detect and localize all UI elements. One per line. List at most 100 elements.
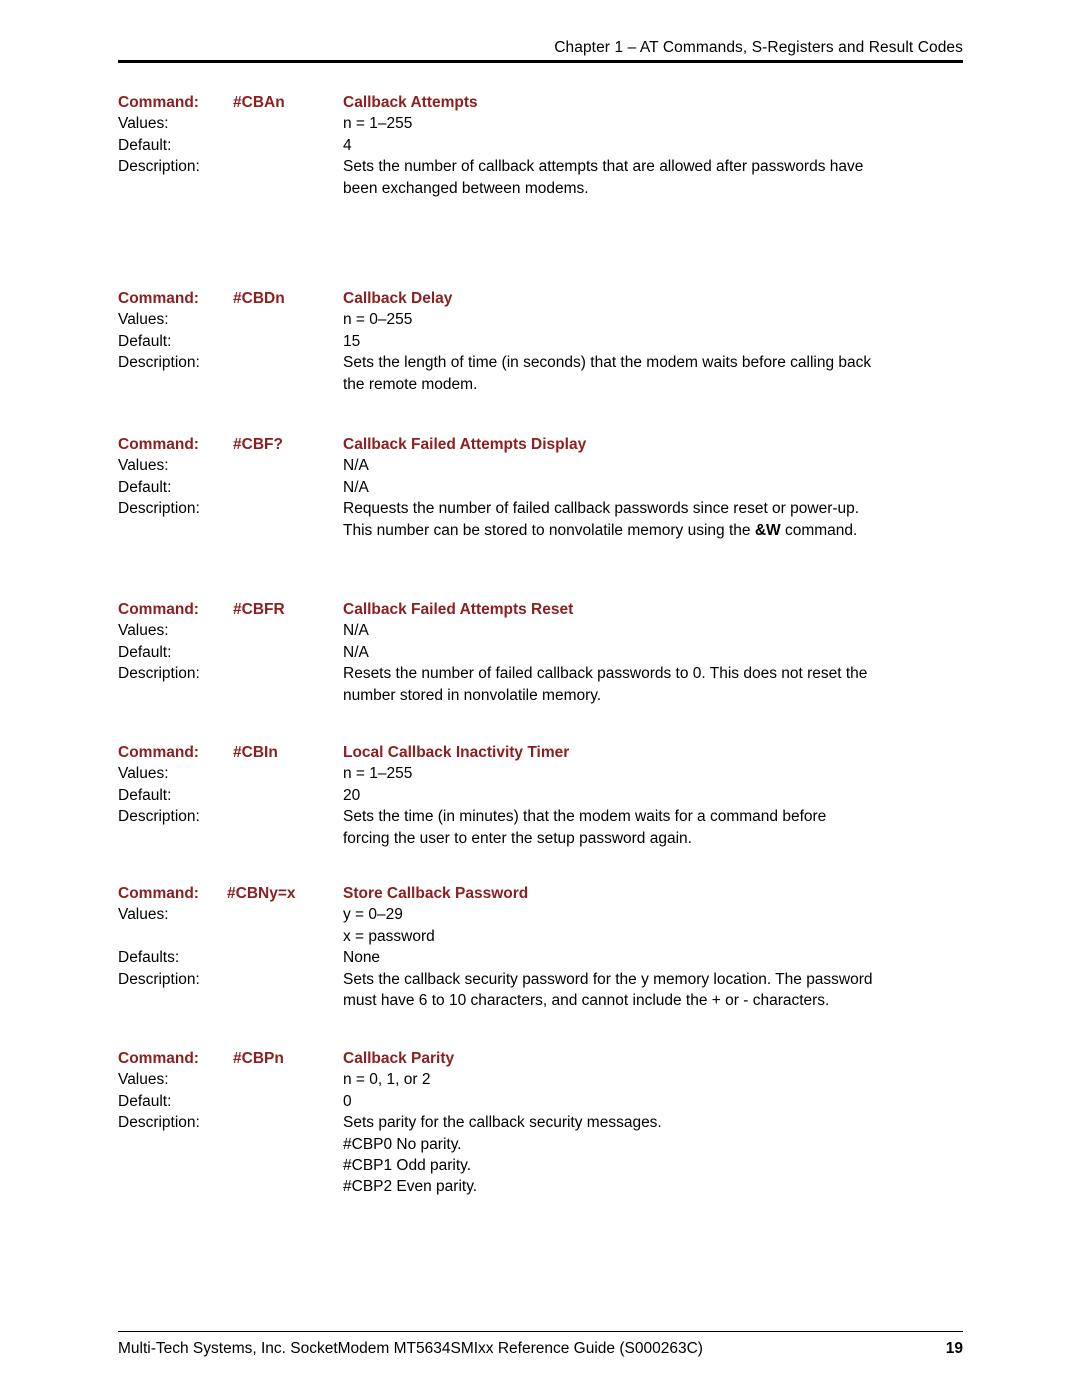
command-title: Callback Failed Attempts Reset	[343, 599, 963, 620]
text-line: Sets the callback security password for …	[343, 970, 873, 988]
text-line: forcing the user to enter the setup pass…	[343, 829, 692, 847]
description-label: Description:	[118, 158, 200, 176]
values-label: Values:	[118, 457, 169, 475]
text-line: Local Callback Inactivity Timer	[343, 744, 570, 761]
command-block: Command: #CBDn Callback Delay Values: n = 0–…	[118, 288, 963, 395]
command-code: #CBIn	[233, 744, 278, 761]
text-line: Sets the length of time (in seconds) tha…	[343, 354, 872, 372]
command-detail-row: Default: 15	[118, 331, 963, 352]
command-title: Local Callback Inactivity Timer	[343, 742, 963, 763]
text-line: number stored in nonvolatile memory.	[343, 686, 602, 704]
command-detail-value: Sets the callback security password for …	[343, 969, 963, 1012]
description-label: Description:	[118, 665, 200, 683]
values-label: Values:	[118, 311, 169, 329]
command-title: Callback Delay	[343, 288, 963, 309]
command-detail-value: Requests the number of failed callback p…	[343, 498, 963, 541]
command-detail-row: Values: n = 1–255	[118, 113, 963, 134]
text-line: N/A	[343, 622, 369, 640]
command-title: Callback Failed Attempts Display	[343, 434, 963, 455]
text-line: n = 1–255	[343, 115, 413, 133]
text-line: N/A	[343, 643, 369, 661]
command-detail-row: Values: n = 1–255	[118, 763, 963, 784]
command-detail-row: Values: y = 0–29 x = password	[118, 904, 963, 947]
command-detail-row: Default: N/A	[118, 642, 963, 663]
text-line: #CBP0 No parity.	[343, 1135, 462, 1153]
command-title: Callback Attempts	[343, 92, 963, 113]
command-detail-value: N/A	[343, 455, 963, 476]
text-line: None	[343, 949, 381, 967]
text-line: This number can be stored to nonvolatile…	[343, 521, 858, 539]
values-label: Values:	[118, 1071, 169, 1089]
values-label: Values:	[118, 115, 169, 133]
text-line: Resets the number of failed callback pas…	[343, 665, 868, 683]
command-block: Command: #CBIn Local Callback Inactivity T…	[118, 742, 963, 849]
description-label: Description:	[118, 970, 200, 988]
command-detail-row: Description: Requests the number of faile…	[118, 498, 963, 541]
command-detail-value: Sets the number of callback attempts tha…	[343, 156, 963, 199]
command-label: Command:	[118, 1050, 199, 1067]
command-title: Store Callback Password	[343, 883, 963, 904]
command-code: #CBPn	[233, 1050, 284, 1067]
values-label: Values:	[118, 622, 169, 640]
command-detail-row: Default: 20	[118, 785, 963, 806]
command-title-row: Command: #CBIn Local Callback Inactivity T…	[118, 742, 963, 763]
text-line: #CBP2 Even parity.	[343, 1178, 478, 1196]
command-detail-row: Values: n = 0, 1, or 2	[118, 1069, 963, 1090]
command-detail-value: Sets the length of time (in seconds) tha…	[343, 352, 963, 395]
command-title-row: Command: #CBAn Callback Attempts	[118, 92, 963, 113]
command-code: #CBF?	[233, 436, 283, 453]
command-detail-value: 20	[343, 785, 963, 806]
command-code: #CBFR	[233, 601, 285, 618]
command-block: Command: #CBF? Callback Failed Attempts Di…	[118, 434, 963, 541]
command-detail-value: None	[343, 947, 963, 968]
command-detail-value: Sets the time (in minutes) that the mode…	[343, 806, 963, 849]
command-label: Command:	[118, 290, 199, 307]
text-line: N/A	[343, 478, 369, 496]
header-rule	[118, 60, 963, 63]
command-detail-value: N/A	[343, 620, 963, 641]
values-label: Values:	[118, 765, 169, 783]
command-detail-row: Defaults: None	[118, 947, 963, 968]
text-line: n = 1–255	[343, 765, 413, 783]
default-label: Default:	[118, 643, 172, 661]
command-code: #CBAn	[233, 94, 285, 111]
default-label: Default:	[118, 332, 172, 350]
command-detail-value: 0	[343, 1091, 963, 1112]
text-line: 15	[343, 332, 361, 350]
running-header-text: Chapter 1 – AT Commands, S-Registers and…	[554, 39, 963, 56]
command-detail-row: Default: 0	[118, 1091, 963, 1112]
command-detail-value: Sets parity for the callback security me…	[343, 1112, 963, 1198]
text-line: 4	[343, 136, 352, 154]
command-detail-row: Description: Sets the number of callback …	[118, 156, 963, 199]
default-label: Default:	[118, 1092, 172, 1110]
command-title-row: Command: #CBPn Callback Parity	[118, 1048, 963, 1069]
command-detail-row: Description: Resets the number of failed …	[118, 663, 963, 706]
text-line: 0	[343, 1092, 352, 1110]
command-detail-row: Description: Sets the time (in minutes) t…	[118, 806, 963, 849]
command-detail-row: Description: Sets the length of time (in …	[118, 352, 963, 395]
command-label: Command:	[118, 744, 199, 761]
command-detail-value: n = 1–255	[343, 763, 963, 784]
footer-document-title: Multi-Tech Systems, Inc. SocketModem MT5…	[118, 1340, 703, 1357]
text-line: must have 6 to 10 characters, and cannot…	[343, 992, 830, 1010]
command-detail-value: n = 1–255	[343, 113, 963, 134]
command-detail-row: Default: 4	[118, 135, 963, 156]
document-page: Chapter 1 – AT Commands, S-Registers and…	[0, 0, 1080, 1397]
text-line: x = password	[343, 927, 435, 945]
description-label: Description:	[118, 354, 200, 372]
command-label: Command:	[118, 885, 199, 902]
text-line: Sets the time (in minutes) that the mode…	[343, 808, 827, 826]
command-title-row: Command: #CBF? Callback Failed Attempts Di…	[118, 434, 963, 455]
text-line: been exchanged between modems.	[343, 179, 589, 197]
description-label: Description:	[118, 500, 200, 518]
running-header: Chapter 1 – AT Commands, S-Registers and…	[118, 38, 963, 63]
command-block: Command: #CBPn Callback Parity Values: n = 0…	[118, 1048, 963, 1198]
text-line: N/A	[343, 457, 369, 475]
text-line: y = 0–29	[343, 906, 403, 924]
default-label: Defaults:	[118, 949, 180, 967]
text-line: #CBP1 Odd parity.	[343, 1157, 472, 1175]
command-detail-value: y = 0–29 x = password	[343, 904, 963, 947]
text-line: n = 0, 1, or 2	[343, 1071, 431, 1089]
command-detail-row: Description: Sets the callback security p…	[118, 969, 963, 1012]
text-line: the remote modem.	[343, 375, 478, 393]
